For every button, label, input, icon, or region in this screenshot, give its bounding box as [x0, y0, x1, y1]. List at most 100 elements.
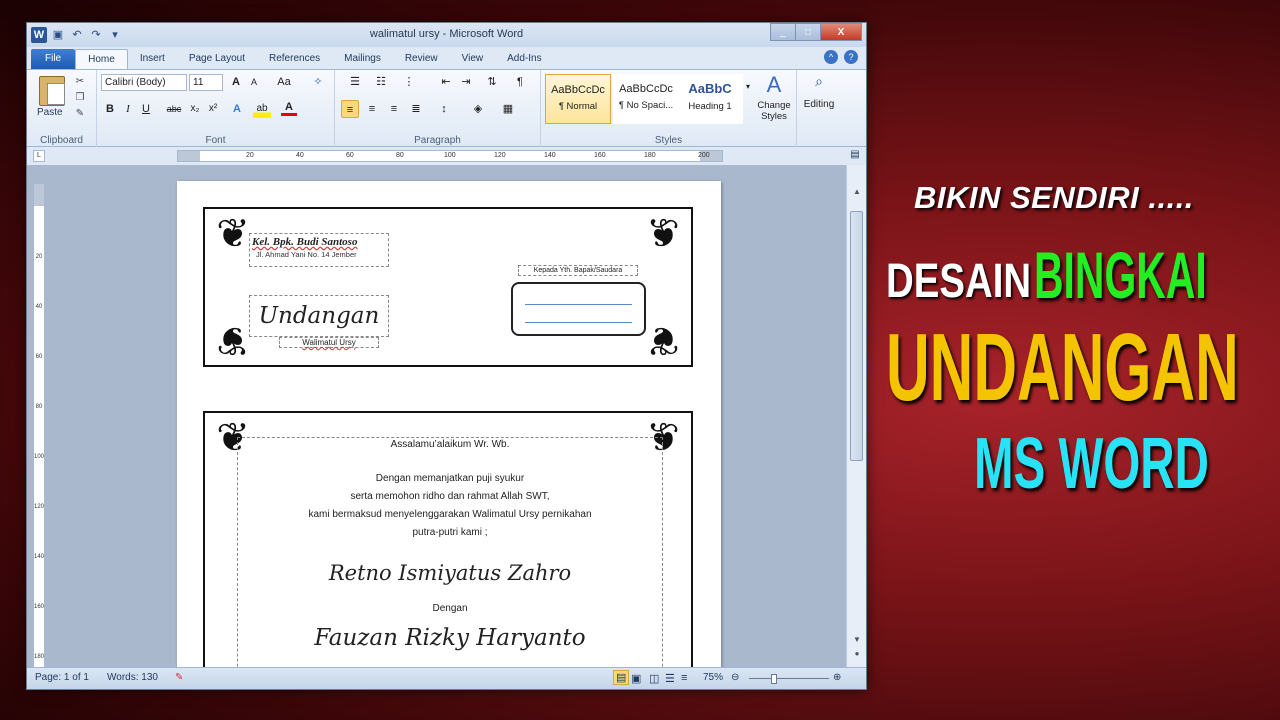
show-marks-button[interactable]: ¶	[511, 73, 529, 91]
tab-page-layout[interactable]: Page Layout	[177, 49, 257, 69]
shading-icon[interactable]: ◈	[467, 100, 489, 118]
copy-icon[interactable]: ❐	[73, 92, 87, 104]
draft-icon[interactable]: ≡	[681, 672, 687, 684]
text-effects-button[interactable]: A	[229, 100, 245, 118]
font-group: Calibri (Body) 11 A A Aa ✧ B I U abc x₂ …	[97, 70, 335, 148]
clipboard-label: Clipboard	[40, 135, 83, 146]
ribbon: Paste ✂ ❐ ✎ Clipboard Calibri (Body) 11 …	[27, 69, 866, 148]
zoom-slider[interactable]	[749, 678, 829, 679]
ruler-margin	[178, 151, 200, 161]
print-layout-icon[interactable]: ▤	[613, 670, 630, 685]
scroll-up-icon[interactable]: ▲	[851, 187, 863, 196]
subscript-button[interactable]: x₂	[187, 100, 203, 118]
borders-icon[interactable]: ▦	[497, 100, 519, 118]
font-color-button[interactable]: A	[281, 100, 297, 116]
scroll-thumb[interactable]	[850, 211, 863, 461]
cut-icon[interactable]: ✂	[73, 76, 87, 88]
horizontal-ruler: 20 40 60 80 100 120 140 160 180 200	[177, 150, 723, 162]
help-icon[interactable]: ?	[844, 50, 858, 64]
page-count[interactable]: Page: 1 of 1	[35, 672, 89, 683]
paste-icon[interactable]	[39, 76, 65, 106]
line-spacing-icon[interactable]: ↕	[433, 100, 455, 118]
grow-font-button[interactable]: A	[229, 73, 243, 91]
strikethrough-button[interactable]: abc	[163, 100, 185, 118]
find-icon[interactable]: ⌕	[809, 72, 829, 90]
clipboard-group: Paste ✂ ❐ ✎ Clipboard	[27, 70, 97, 148]
font-size-box[interactable]: 11	[189, 74, 223, 91]
tab-file[interactable]: File	[31, 49, 76, 69]
browse-object-icon[interactable]: ●	[851, 649, 863, 658]
paste-button[interactable]: Paste	[37, 107, 63, 118]
ruler-tick: 100	[34, 454, 45, 460]
recipient-address-box[interactable]	[511, 282, 646, 336]
vertical-ruler: 20 40 60 80 100 120 140 160 180	[33, 183, 45, 669]
align-left-icon[interactable]: ≡	[341, 100, 359, 118]
minimize-button[interactable]: _	[770, 23, 796, 41]
tab-mailings[interactable]: Mailings	[332, 49, 393, 69]
scroll-down-icon[interactable]: ▼	[851, 635, 863, 644]
decrease-indent-icon[interactable]: ⇤	[437, 73, 455, 91]
multilevel-list-icon[interactable]: ⋮	[397, 73, 421, 91]
document-page[interactable]: ❦ ❦ ❦ ❦ Kel. Bpk. Budi Santoso Jl. Ahmad…	[177, 181, 721, 669]
change-case-button[interactable]: Aa	[273, 73, 295, 91]
zoom-slider-handle[interactable]	[771, 674, 777, 684]
styles-scroll-icon[interactable]: ▾	[743, 78, 753, 96]
title-box[interactable]: Undangan	[249, 295, 389, 337]
bold-button[interactable]: B	[103, 100, 117, 118]
vertical-scrollbar[interactable]: ▲ ▼ ●	[846, 165, 866, 669]
word-count[interactable]: Words: 130	[107, 672, 158, 683]
outline-icon[interactable]: ☰	[665, 672, 675, 685]
style-normal[interactable]: AaBbCcDc ¶ Normal	[545, 74, 611, 124]
ruler-tick: 20	[35, 254, 43, 260]
numbering-icon[interactable]: ☷	[369, 73, 393, 91]
full-screen-icon[interactable]: ▣	[631, 672, 641, 685]
font-name-box[interactable]: Calibri (Body)	[101, 74, 187, 91]
shrink-font-button[interactable]: A	[247, 73, 261, 91]
tab-references[interactable]: References	[257, 49, 332, 69]
tab-view[interactable]: View	[450, 49, 496, 69]
underline-button[interactable]: U	[139, 100, 153, 118]
style-heading-1[interactable]: AaBbC Heading 1	[677, 74, 743, 124]
superscript-button[interactable]: x²	[205, 100, 221, 118]
zoom-level[interactable]: 75%	[703, 672, 723, 683]
minimize-ribbon-icon[interactable]: ^	[824, 50, 838, 64]
justify-icon[interactable]: ≣	[407, 100, 425, 118]
bullets-icon[interactable]: ☰	[343, 73, 367, 91]
style-no-spacing[interactable]: AaBbCcDc ¶ No Spaci...	[613, 74, 679, 124]
style-name: ¶ Normal	[558, 101, 598, 112]
maximize-button[interactable]: □	[795, 23, 821, 41]
change-styles-button[interactable]: Change Styles	[753, 100, 795, 124]
tab-review[interactable]: Review	[393, 49, 450, 69]
web-layout-icon[interactable]: ◫	[649, 672, 659, 685]
sort-icon[interactable]: ⇅	[483, 73, 501, 91]
tab-add-ins[interactable]: Add-Ins	[495, 49, 553, 69]
sender-box[interactable]: Kel. Bpk. Budi Santoso Jl. Ahmad Yani No…	[249, 233, 389, 267]
view-ruler-icon[interactable]: ▤	[848, 149, 862, 163]
recipient-label[interactable]: Kepada Yth. Bapak/Saudara	[518, 265, 638, 276]
styles-group: AaBbCcDc ¶ Normal AaBbCcDc ¶ No Spaci...…	[541, 70, 797, 148]
close-button[interactable]: X	[820, 23, 862, 41]
format-painter-icon[interactable]: ✎	[73, 108, 87, 120]
conjunction-text: Dengan	[432, 603, 468, 614]
tab-home[interactable]: Home	[75, 49, 128, 69]
ruler-tick: 200	[698, 152, 710, 159]
increase-indent-icon[interactable]: ⇥	[457, 73, 475, 91]
paragraph-label: Paragraph	[414, 135, 461, 146]
zoom-in-icon[interactable]: ⊕	[833, 672, 841, 683]
change-styles-icon[interactable]: A	[759, 70, 789, 100]
tab-selector-icon[interactable]: L	[33, 150, 45, 162]
italic-button[interactable]: I	[121, 100, 135, 118]
proofing-icon[interactable]: ✎	[175, 672, 183, 683]
align-right-icon[interactable]: ≡	[385, 100, 403, 118]
invitation-subtitle[interactable]: Walimatul Ursy	[279, 337, 379, 348]
ruler-tick: 140	[34, 554, 45, 560]
align-center-icon[interactable]: ≡	[363, 100, 381, 118]
highlight-button[interactable]: ab	[253, 100, 271, 118]
editing-button[interactable]: Editing	[797, 96, 841, 114]
body-line: Dengan memanjatkan puji syukur	[375, 473, 525, 484]
zoom-out-icon[interactable]: ⊖	[731, 672, 739, 683]
tab-insert[interactable]: Insert	[128, 49, 177, 69]
clear-formatting-icon[interactable]: ✧	[309, 73, 327, 91]
ruler-tick: 160	[34, 604, 45, 610]
address-line	[525, 322, 632, 323]
